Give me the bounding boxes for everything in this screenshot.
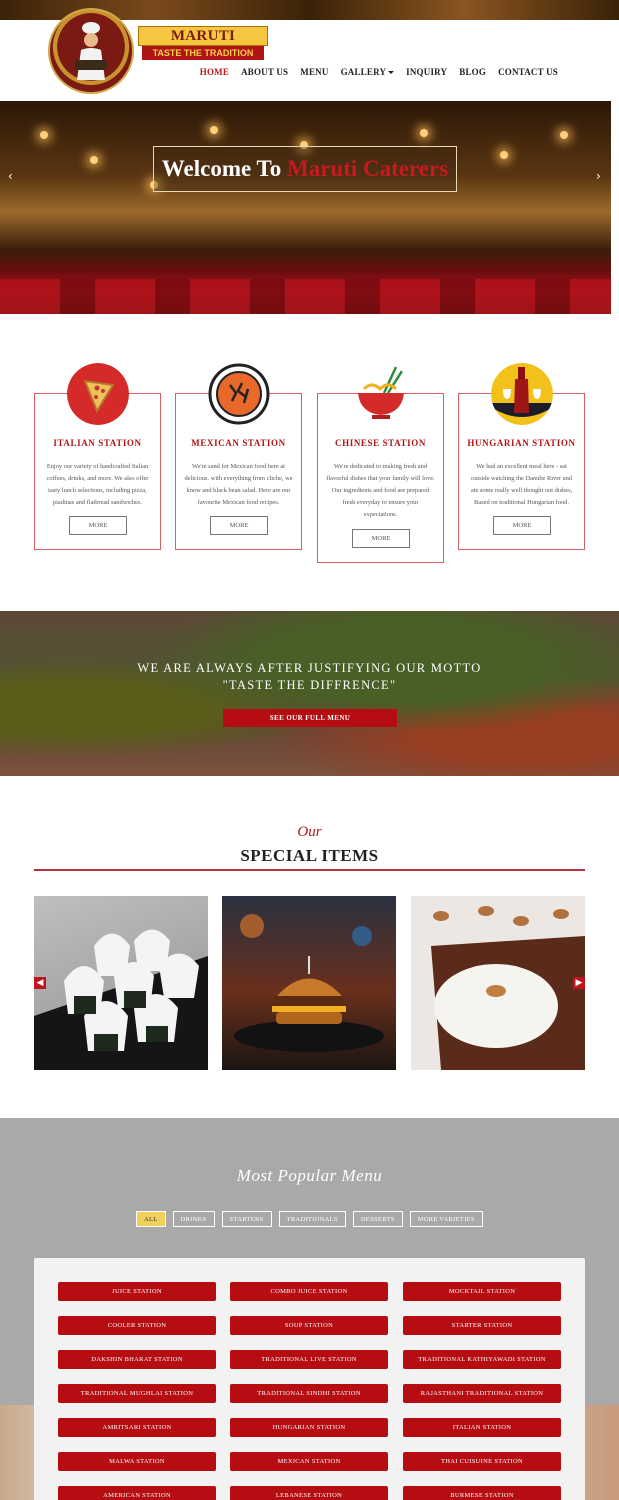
menu-item-button[interactable]: STARTER STATION (403, 1316, 561, 1335)
station-text: We're dedicated to making fresh and flav… (326, 463, 435, 518)
menu-item-button[interactable]: DAKSHIN BHARAT STATION (58, 1350, 216, 1369)
menu-item-button[interactable]: AMERICAN STATION (58, 1486, 216, 1500)
dessert-image (431, 906, 585, 1070)
nav-gallery[interactable]: GALLERY (341, 67, 395, 77)
special-item-dessert[interactable] (411, 896, 585, 1070)
nav-blog[interactable]: BLOG (459, 67, 486, 77)
chevron-left-icon[interactable]: ◀ (34, 977, 46, 989)
divider (34, 869, 585, 871)
hero-welcome: Welcome To (161, 156, 282, 181)
special-title: SPECIAL ITEMS (240, 846, 379, 865)
brand-tagline: TASTE THE TRADITION (142, 46, 264, 60)
menu-item-button[interactable]: SOUP STATION (230, 1316, 388, 1335)
filter-more-varieties[interactable]: MORE VARIETIES (409, 1211, 483, 1227)
menu-item-button[interactable]: TRADITIONAL LIVE STATION (230, 1350, 388, 1369)
nav-menu[interactable]: MENU (300, 67, 328, 77)
more-button[interactable]: MORE (352, 529, 410, 548)
motto-line-1: WE ARE ALWAYS AFTER JUSTIFYING OUR MOTTO (137, 661, 482, 675)
chef-icon (75, 22, 107, 80)
filter-all[interactable]: ALL (136, 1211, 166, 1227)
burger-image (234, 914, 384, 1052)
motto-line-2: "TASTE THE DIFFRENCE" (222, 678, 397, 692)
filter-traditionals[interactable]: TRADITIONALS (278, 1211, 346, 1227)
menu-item-button[interactable]: ITALIAN STATION (403, 1418, 561, 1437)
nav-about-us[interactable]: ABOUT US (241, 67, 288, 77)
special-item-onigiri[interactable] (34, 896, 208, 1070)
menu-panel: JUICE STATION COMBO JUICE STATION MOCKTAIL… (34, 1258, 585, 1500)
wine-icon (491, 363, 553, 425)
hero-heading: Welcome To Maruti Caterers (153, 146, 457, 192)
motto-banner: WE ARE ALWAYS AFTER JUSTIFYING OUR MOTTO… (0, 611, 619, 776)
menu-item-button[interactable]: JUICE STATION (58, 1282, 216, 1301)
hero-brand: Maruti Caterers (287, 156, 449, 181)
menu-item-button[interactable]: MALWA STATION (58, 1452, 216, 1471)
see-full-menu-button[interactable]: SEE OUR FULL MENU (223, 709, 397, 727)
special-item-burger[interactable] (222, 896, 396, 1070)
menu-item-button[interactable]: MEXICAN STATION (230, 1452, 388, 1471)
station-title: HUNGARIAN STATION (467, 438, 576, 448)
menu-item-button[interactable]: THAI CUISUINE STATION (403, 1452, 561, 1471)
station-title: MEXICAN STATION (191, 438, 286, 448)
station-text: We had an excellent meal here - sat outs… (470, 463, 573, 506)
special-kicker: Our (297, 824, 322, 840)
caret-down-icon (388, 71, 395, 75)
station-title: CHINESE STATION (335, 438, 426, 448)
popular-title: Most Popular Menu (236, 1166, 383, 1185)
filter-desserts[interactable]: DESSERTS (352, 1211, 403, 1227)
chevron-left-icon[interactable]: ‹ (8, 169, 13, 183)
station-text: Enjoy our variety of handcrafted Italian… (46, 463, 149, 506)
station-title: ITALIAN STATION (53, 438, 142, 448)
hero-slider: Welcome To Maruti Caterers ‹ › (0, 101, 611, 314)
menu-item-button[interactable]: AMRITSARI STATION (58, 1418, 216, 1437)
popular-menu-section: Most Popular Menu ALL DRINKS STARTERS TR… (0, 1118, 619, 1500)
onigiri-image (34, 929, 208, 1070)
menu-item-button[interactable]: LEBANESE STATION (230, 1486, 388, 1500)
menu-item-button[interactable]: HUNGARIAN STATION (230, 1418, 388, 1437)
filter-starters[interactable]: STARTERS (221, 1211, 272, 1227)
filter-drinks[interactable]: DRINKS (172, 1211, 215, 1227)
hero-chairs (0, 279, 611, 314)
nav-contact-us[interactable]: CONTACT US (498, 67, 558, 77)
logo[interactable] (48, 8, 134, 94)
menu-item-button[interactable]: RAJASTHANI TRADITIONAL STATION (403, 1384, 561, 1403)
station-text: We're sand for Mexican food here at deli… (184, 463, 293, 506)
main-nav: HOME ABOUT US MENU GALLERY INQUIRY BLOG … (200, 67, 558, 77)
more-button[interactable]: MORE (69, 516, 127, 535)
chevron-right-icon[interactable]: › (596, 169, 601, 183)
brand-name: MARUTI CATERERS (138, 26, 268, 62)
menu-item-button[interactable]: COOLER STATION (58, 1316, 216, 1335)
menu-item-button[interactable]: TRADITIONAL SINDHI STATION (230, 1384, 388, 1403)
menu-item-button[interactable]: MOCKTAIL STATION (403, 1282, 561, 1301)
brand-block[interactable]: MARUTI CATERERS TASTE THE TRADITION (138, 26, 268, 62)
more-button[interactable]: MORE (210, 516, 268, 535)
mexican-dish-icon (208, 363, 270, 425)
nav-home[interactable]: HOME (200, 67, 229, 77)
menu-item-button[interactable]: TRADITIONAL KATHIYAWADI STATION (403, 1350, 561, 1369)
menu-item-button[interactable]: COMBO JUICE STATION (230, 1282, 388, 1301)
more-button[interactable]: MORE (493, 516, 551, 535)
pizza-icon (67, 363, 129, 425)
noodle-bowl-icon (358, 366, 404, 419)
chevron-right-icon[interactable]: ▶ (573, 977, 585, 989)
menu-filters: ALL DRINKS STARTERS TRADITIONALS DESSERT… (136, 1211, 483, 1227)
nav-inquiry[interactable]: INQUIRY (406, 67, 447, 77)
menu-item-button[interactable]: BURMESE STATION (403, 1486, 561, 1500)
menu-item-button[interactable]: TRADITIONAL MUGHLAI STATION (58, 1384, 216, 1403)
nav-gallery-label: GALLERY (340, 67, 387, 77)
